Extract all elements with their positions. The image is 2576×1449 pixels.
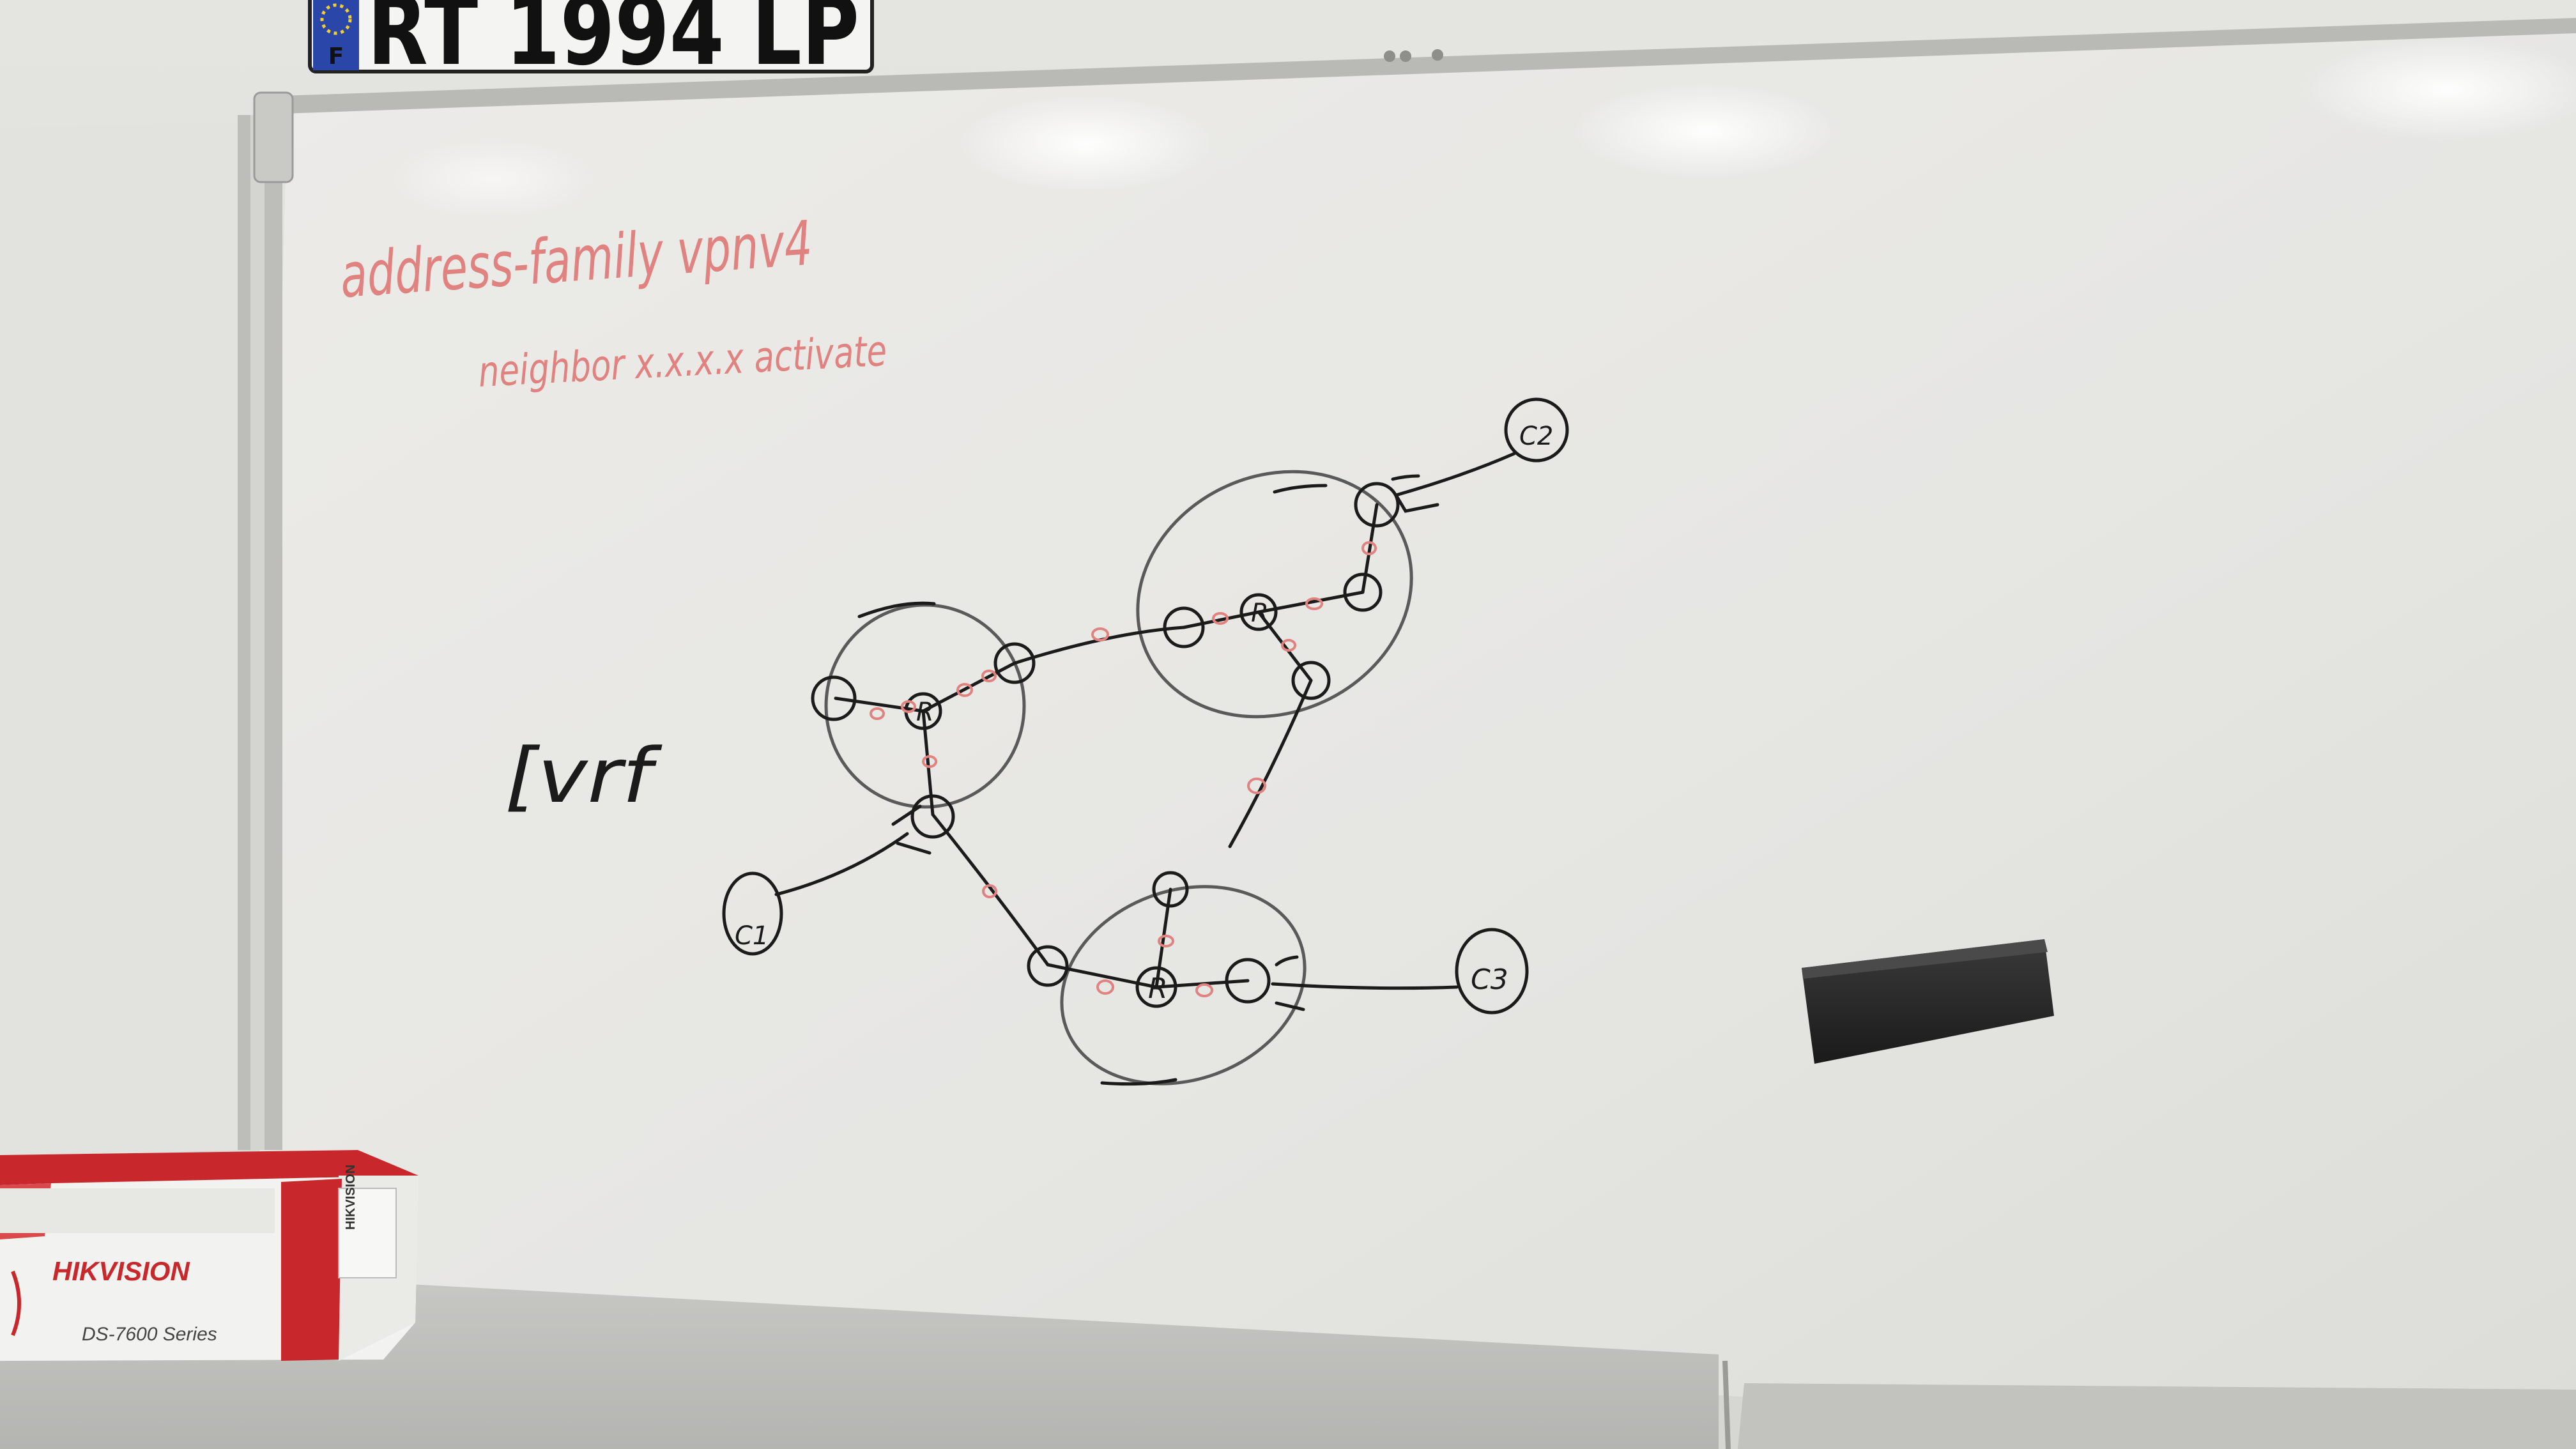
router-label: R	[1251, 599, 1269, 628]
light-reflection	[390, 141, 594, 217]
router-label: R	[916, 698, 934, 727]
plate-number: RT 1994 LP	[367, 0, 859, 87]
ce-label-c2: C2	[1519, 422, 1553, 451]
license-plate: F RT 1994 LP	[308, 0, 874, 87]
left-board-panel	[0, 121, 256, 1156]
box-series: DS-7600 Series	[82, 1324, 217, 1345]
plate-country-code: F	[328, 43, 344, 70]
vrf-label: [vrf	[505, 732, 663, 820]
box-side-brand: HIKVISION	[344, 1165, 358, 1230]
box-brand: HIKVISION	[52, 1256, 190, 1286]
router-label: R	[1148, 972, 1168, 1005]
rail-screw	[1432, 49, 1443, 61]
light-reflection	[1572, 83, 1840, 179]
ce-label-c3: C3	[1471, 963, 1508, 996]
ce-label-c1: C1	[735, 921, 769, 951]
desk-right	[1738, 1383, 2576, 1449]
light-reflection	[958, 96, 1214, 192]
scene-svg: F RT 1994 LP address-family vpnv4 neighb…	[0, 0, 2576, 1449]
rail-screw	[1384, 50, 1395, 62]
classroom-scene: F RT 1994 LP address-family vpnv4 neighb…	[0, 0, 2576, 1449]
hikvision-box: HIKVISION DS-7600 Series HIKVISION	[0, 1150, 418, 1361]
rail-screw	[1400, 50, 1411, 62]
frame-clip	[253, 91, 294, 183]
